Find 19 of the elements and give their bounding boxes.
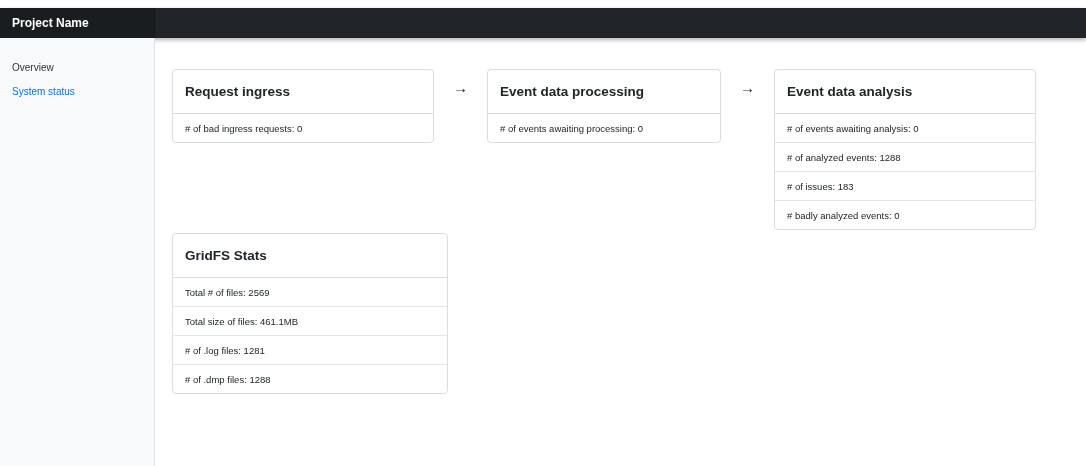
arrow-icon: → <box>740 79 755 96</box>
stat-text: # of bad ingress requests: 0 <box>185 123 303 134</box>
stat-text: # of .dmp files: 1288 <box>185 374 271 385</box>
arrow-icon: → <box>453 79 468 96</box>
brand-link[interactable]: Project Name <box>0 8 155 38</box>
card-title: Request ingress <box>173 70 433 114</box>
card-title: Event data analysis <box>775 70 1035 114</box>
card-title: GridFS Stats <box>173 234 447 278</box>
card-title: Event data processing <box>488 70 720 114</box>
stat-text: # of .log files: 1281 <box>185 345 265 356</box>
sidebar-link[interactable]: System status <box>0 79 87 103</box>
stat-text: # of events awaiting processing: 0 <box>500 123 644 134</box>
stat-text: Total # of files: 2569 <box>185 287 270 298</box>
stat-text: # of analyzed events: 1288 <box>787 152 901 163</box>
sidebar-link[interactable]: Overview <box>0 55 66 79</box>
stat-text: # of events awaiting analysis: 0 <box>787 123 919 134</box>
stat-text: Total size of files: 461.1MB <box>185 316 298 327</box>
stat-text: # badly analyzed events: 0 <box>787 210 900 221</box>
stat-text: # of issues: 183 <box>787 181 854 192</box>
